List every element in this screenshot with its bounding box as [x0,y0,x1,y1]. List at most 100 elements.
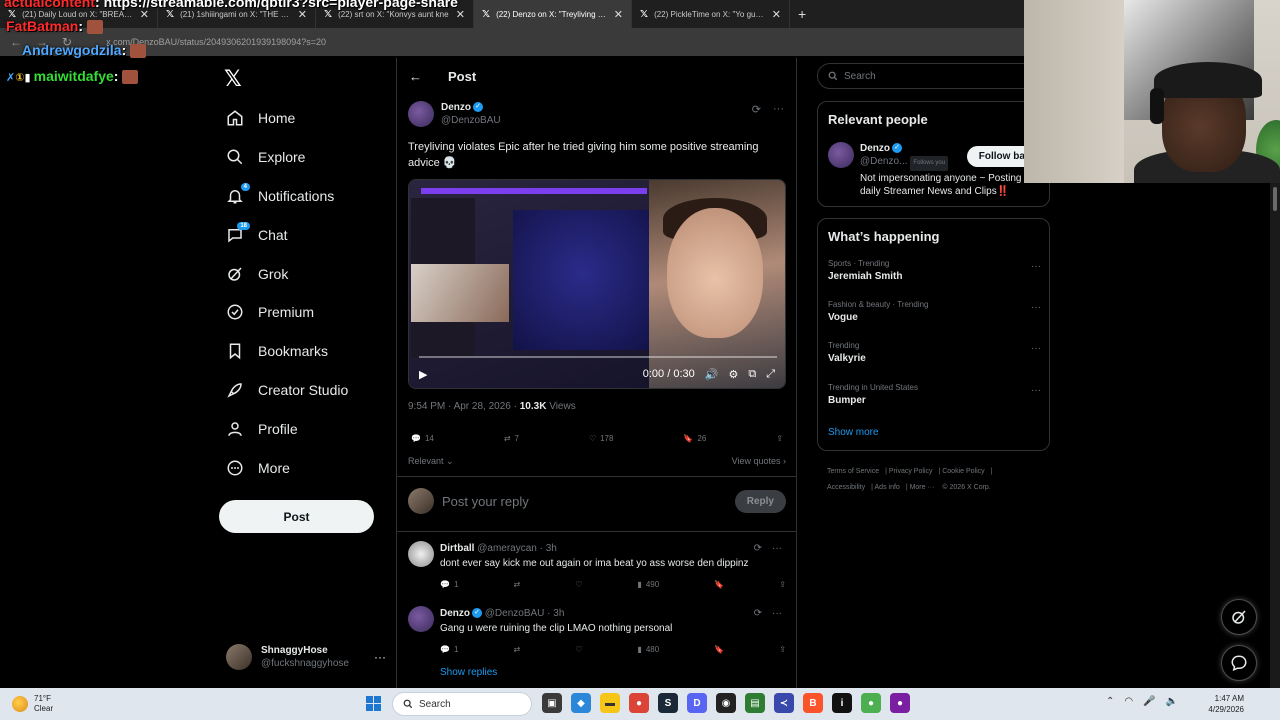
nav-item-chat[interactable]: 18 Chat [226,222,288,247]
steam-icon[interactable]: S [658,693,678,713]
task-view-icon[interactable]: ▣ [542,693,562,713]
search-input[interactable]: Search [817,63,1050,89]
obs-icon[interactable]: ◉ [716,693,736,713]
volume-icon[interactable]: 🔈 [1166,696,1178,707]
taskbar-search[interactable]: Search [392,692,532,716]
share-icon[interactable]: ⇪ [779,645,786,654]
show-replies-link[interactable]: Show replies [440,667,497,678]
file-explorer-icon[interactable]: ▬ [600,693,620,713]
avatar[interactable] [828,142,854,168]
app-icon[interactable]: ▤ [745,693,765,713]
clock[interactable]: 1:47 AM 4/29/2026 [1200,693,1244,715]
avatar[interactable] [408,541,434,567]
more-dots-icon[interactable]: ··· [772,543,782,554]
back-arrow-icon[interactable]: ← [10,35,22,49]
repost-action[interactable]: ⇄ 7 [504,434,519,443]
new-tab-button[interactable]: + [790,6,814,22]
more-dots-icon[interactable]: ··· [1031,343,1041,354]
forward-arrow-icon[interactable]: → [36,35,48,49]
views-action[interactable]: ▮ 490 [637,580,659,589]
repost-icon[interactable]: ⇄ [513,580,520,589]
more-dots-icon[interactable]: ··· [1031,261,1041,272]
grok-icon[interactable]: ⟳ [754,543,762,554]
browser-tab-5[interactable]: 𝕏 (22) PickleTime on X: "Yo guys t ✕ [632,0,790,28]
account-switcher[interactable]: ShnaggyHose @fuckshnaggyhose ··· [226,644,386,670]
nav-item-grok[interactable]: Grok [226,262,288,286]
page-scrollbar[interactable] [1270,183,1280,688]
more-dots-icon[interactable]: ··· [1031,302,1041,313]
vscode-icon[interactable]: ≺ [774,693,794,713]
chrome-profile-icon[interactable]: ● [890,693,910,713]
url-field[interactable]: x.com/DenzoBAU/status/204930620193919809… [106,37,326,47]
reply-action[interactable]: 💬 1 [440,645,458,654]
show-more-link[interactable]: Show more [828,427,879,438]
nav-item-explore[interactable]: Explore [226,145,305,169]
repost-icon[interactable]: ⇄ [513,645,520,654]
bookmark-icon[interactable]: 🔖 [714,580,724,589]
trend-item[interactable]: Sports · Trending Jeremiah Smith ··· [828,259,1041,282]
settings-gear-icon[interactable]: ⚙ [728,368,738,381]
nav-item-notifications[interactable]: 4 Notifications [226,183,334,208]
copilot-icon[interactable]: ◆ [571,693,591,713]
share-action[interactable]: ⇪ [776,434,783,443]
avatar[interactable] [408,101,434,127]
heart-icon[interactable]: ♡ [575,645,582,654]
trend-item[interactable]: Trending in United States Bumper ··· [828,383,1041,406]
browser-tab-1[interactable]: 𝕏 (21) Daily Loud on X: "BREAKIN ✕ [0,0,158,28]
play-icon[interactable]: ▶ [419,368,427,381]
more-dots-icon[interactable]: ··· [773,103,784,116]
footer-link[interactable]: Ads info [875,484,900,491]
windows-start-icon[interactable] [366,696,382,712]
share-icon[interactable]: ⇪ [779,580,786,589]
close-icon[interactable]: ✕ [298,8,307,21]
reply-action[interactable]: 💬 1 [440,580,458,589]
more-dots-icon[interactable]: ··· [772,608,782,619]
nav-item-creator-studio[interactable]: Creator Studio [226,378,348,402]
views-action[interactable]: ▮ 480 [637,645,659,654]
grok-fab-button[interactable] [1221,599,1257,635]
x-logo-icon[interactable]: 𝕏 [224,66,242,92]
bookmark-action[interactable]: 🔖 26 [683,434,706,443]
tweet-timestamp[interactable]: 9:54 PM · Apr 28, 2026 · [408,401,520,412]
discord-icon[interactable]: D [687,693,707,713]
browser-tab-3[interactable]: 𝕏 (22) srt on X: "Konvys aunt kne ✕ [316,0,474,28]
chrome-icon[interactable]: ● [861,693,881,713]
close-icon[interactable]: ✕ [456,8,465,21]
footer-link[interactable]: Privacy Policy [889,468,933,475]
microphone-icon[interactable]: 🎤 [1143,696,1155,707]
post-button[interactable]: Post [219,500,374,533]
footer-link[interactable]: More ··· [910,484,935,491]
bookmark-icon[interactable]: 🔖 [714,645,724,654]
brave-icon[interactable]: B [803,693,823,713]
close-icon[interactable]: ✕ [140,8,149,21]
more-dots-icon[interactable]: ··· [374,650,386,664]
more-dots-icon[interactable]: ··· [1031,385,1041,396]
video-progress-bar[interactable] [419,356,777,358]
trend-item[interactable]: Fashion & beauty · Trending Vogue ··· [828,300,1041,323]
trend-item[interactable]: Trending Valkyrie ··· [828,341,1041,364]
nav-item-bookmarks[interactable]: Bookmarks [226,339,328,363]
browser-tab-2[interactable]: 𝕏 (21) 1shiiingami on X: "THE MO ✕ [158,0,316,28]
heart-icon[interactable]: ♡ [575,580,582,589]
back-arrow-icon[interactable]: ← [409,69,422,84]
nav-item-more[interactable]: More [226,456,290,480]
reply-input[interactable]: Post your reply [442,494,529,509]
reply-item[interactable]: Denzo ✓ @DenzoBAU · 3h ⟳ ··· Gang u were r… [408,606,786,662]
video-player[interactable]: ▶ 0:00 / 0:30 🔊 ⚙ ⧉ ⤢ [408,179,786,389]
footer-link[interactable]: Cookie Policy [942,468,984,475]
chevron-up-icon[interactable]: ⌃ [1106,696,1114,707]
nav-item-profile[interactable]: Profile [226,417,298,441]
browser-tab-4[interactable]: 𝕏 (22) Denzo on X: "Treyliving vio ✕ [474,0,632,28]
like-action[interactable]: ♡ 178 [589,434,614,443]
grok-icon[interactable]: ⟳ [754,608,762,619]
reload-icon[interactable]: ↻ [62,35,72,49]
close-icon[interactable]: ✕ [614,8,623,21]
messages-fab-button[interactable] [1221,645,1257,681]
volume-icon[interactable]: 🔊 [705,368,719,381]
tweet-author[interactable]: Denzo ✓ @DenzoBAU [408,101,501,127]
wifi-icon[interactable]: ◠ [1124,696,1133,707]
info-icon[interactable]: i [832,693,852,713]
reply-item[interactable]: Dirtball @ameraycan · 3h ⟳ ··· dont ever … [408,541,786,597]
nav-item-premium[interactable]: Premium [226,300,314,324]
pip-icon[interactable]: ⧉ [748,368,756,381]
